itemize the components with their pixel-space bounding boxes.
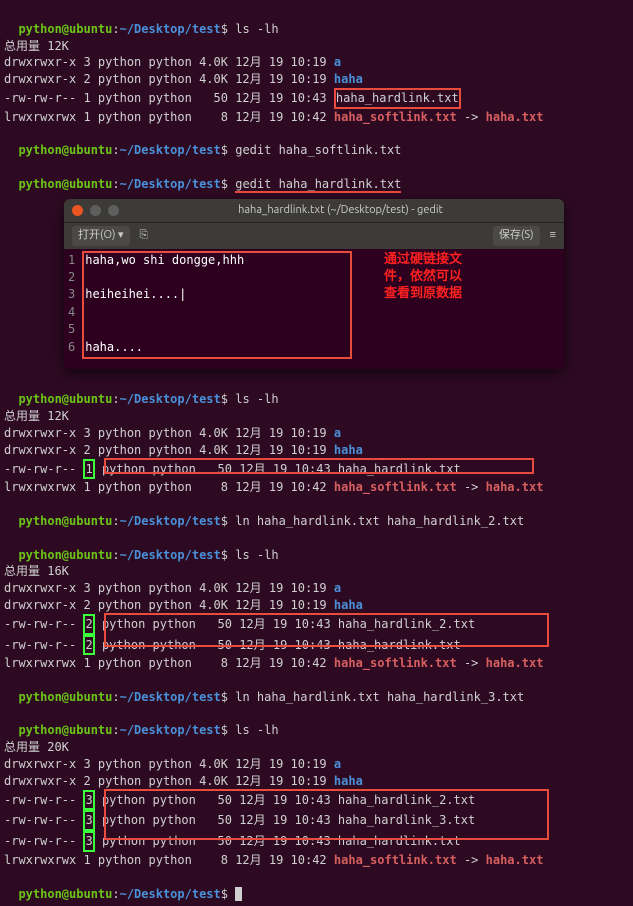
command-text-highlighted: gedit haha_hardlink.txt: [235, 177, 401, 193]
command-text: gedit haha_softlink.txt: [235, 143, 401, 157]
highlight-hardlink-file: haha_hardlink.txt: [334, 88, 461, 109]
ls-row: drwxrwxr-x 3 python python 4.0K 12月 19 1…: [4, 756, 629, 773]
window-controls: [72, 205, 119, 216]
prompt-line[interactable]: python@ubuntu:~/Desktop/test$ ln haha_ha…: [4, 672, 629, 706]
gedit-editor[interactable]: 1 2 3 4 5 6 haha,wo shi dongge,hhh heihe…: [64, 249, 564, 369]
ls-row: drwxrwxr-x 3 python python 4.0K 12月 19 1…: [4, 425, 629, 442]
line-number-gutter: 1 2 3 4 5 6: [64, 249, 81, 369]
editor-content[interactable]: haha,wo shi dongge,hhh heiheihei....| ha…: [81, 249, 564, 369]
prompt-line[interactable]: python@ubuntu:~/Desktop/test$ gedit haha…: [4, 126, 629, 160]
total-line: 总用量 16K: [4, 563, 629, 580]
ls-row: -rw-rw-r-- 3 python python 50 12月 19 10:…: [4, 790, 629, 811]
prompt-line[interactable]: python@ubuntu:~/Desktop/test$ gedit haha…: [4, 159, 629, 193]
ls-row: -rw-rw-r-- 1 python python 50 12月 19 10:…: [4, 459, 629, 480]
linkcount-highlight: 2: [83, 635, 94, 656]
symlink-name: haha_softlink.txt: [334, 110, 457, 124]
editor-line: [85, 269, 560, 286]
window-title: haha_hardlink.txt (~/Desktop/test) - ged…: [125, 203, 556, 218]
ls-row: -rw-rw-r-- 3 python python 50 12月 19 10:…: [4, 831, 629, 852]
new-document-icon[interactable]: ⎘: [140, 228, 149, 243]
ls-row: drwxrwxr-x 2 python python 4.0K 12月 19 1…: [4, 597, 629, 614]
ls-row: drwxrwxr-x 3 python python 4.0K 12月 19 1…: [4, 580, 629, 597]
linkcount-highlight: 3: [83, 790, 94, 811]
save-button[interactable]: 保存(S): [493, 226, 540, 245]
gedit-window: haha_hardlink.txt (~/Desktop/test) - ged…: [64, 199, 564, 369]
editor-line: haha,wo shi dongge,hhh: [85, 252, 560, 269]
prompt-user: python@ubuntu: [18, 22, 112, 36]
symlink-target: haha.txt: [486, 110, 544, 124]
ls-row: drwxrwxr-x 2 python python 4.0K 12月 19 1…: [4, 773, 629, 790]
prompt-path: ~/Desktop/test: [120, 22, 221, 36]
ls-row: lrwxrwxrwx 1 python python 8 12月 19 10:4…: [4, 655, 629, 672]
minimize-icon[interactable]: [90, 205, 101, 216]
linkcount-highlight: 3: [83, 831, 94, 852]
prompt-line[interactable]: python@ubuntu:~/Desktop/test$ ls -lh: [4, 375, 629, 409]
hamburger-icon[interactable]: ≡: [550, 228, 556, 243]
total-line: 总用量 12K: [4, 38, 629, 55]
ls-row: lrwxrwxrwx 1 python python 8 12月 19 10:4…: [4, 109, 629, 126]
linkcount-highlight: 1: [83, 459, 94, 480]
editor-line: [85, 321, 560, 338]
command-text: ls -lh: [235, 723, 278, 737]
annotation-callout: 通过硬链接文 件，依然可以 查看到原数据: [384, 251, 462, 302]
maximize-icon[interactable]: [108, 205, 119, 216]
editor-line: [85, 304, 560, 321]
gedit-toolbar: 打开(O) ▾ ⎘ 保存(S) ≡: [64, 222, 564, 248]
linkcount-highlight: 3: [83, 810, 94, 831]
prompt-line[interactable]: python@ubuntu:~/Desktop/test$ ls -lh: [4, 530, 629, 564]
ls-row: -rw-rw-r-- 3 python python 50 12月 19 10:…: [4, 810, 629, 831]
chevron-down-icon: ▾: [118, 229, 124, 241]
ls-row: -rw-rw-r-- 2 python python 50 12月 19 10:…: [4, 635, 629, 656]
prompt-line[interactable]: python@ubuntu:~/Desktop/test$ ln haha_ha…: [4, 496, 629, 530]
linkcount-highlight: 2: [83, 614, 94, 635]
dir-name: a: [334, 55, 341, 69]
ls-row: drwxrwxr-x 2 python python 4.0K 12月 19 1…: [4, 442, 629, 459]
prompt-line[interactable]: python@ubuntu:~/Desktop/test$ ls -lh: [4, 706, 629, 740]
ls-row: drwxrwxr-x 2 python python 4.0K 12月 19 1…: [4, 71, 629, 88]
command-text: ls -lh: [235, 22, 278, 36]
editor-line: haha....: [85, 339, 560, 356]
ls-row: drwxrwxr-x 3 python python 4.0K 12月 19 1…: [4, 54, 629, 71]
prompt-line[interactable]: python@ubuntu:~/Desktop/test$ ls -lh: [4, 4, 629, 38]
open-button[interactable]: 打开(O) ▾: [72, 226, 130, 245]
ls-row: -rw-rw-r-- 1 python python 50 12月 19 10:…: [4, 88, 629, 109]
editor-line: heiheihei....|: [85, 286, 560, 303]
gedit-titlebar[interactable]: haha_hardlink.txt (~/Desktop/test) - ged…: [64, 199, 564, 222]
command-text: ln haha_hardlink.txt haha_hardlink_2.txt: [235, 514, 524, 528]
ls-row: lrwxrwxrwx 1 python python 8 12月 19 10:4…: [4, 479, 629, 496]
command-text: ln haha_hardlink.txt haha_hardlink_3.txt: [235, 690, 524, 704]
ls-row: -rw-rw-r-- 2 python python 50 12月 19 10:…: [4, 614, 629, 635]
close-icon[interactable]: [72, 205, 83, 216]
command-text: ls -lh: [235, 392, 278, 406]
total-line: 总用量 12K: [4, 408, 629, 425]
cursor[interactable]: [235, 887, 242, 901]
dir-name: haha: [334, 72, 363, 86]
ls-row: lrwxrwxrwx 1 python python 8 12月 19 10:4…: [4, 852, 629, 869]
command-text: ls -lh: [235, 548, 278, 562]
prompt-line[interactable]: python@ubuntu:~/Desktop/test$: [4, 869, 629, 903]
total-line: 总用量 20K: [4, 739, 629, 756]
